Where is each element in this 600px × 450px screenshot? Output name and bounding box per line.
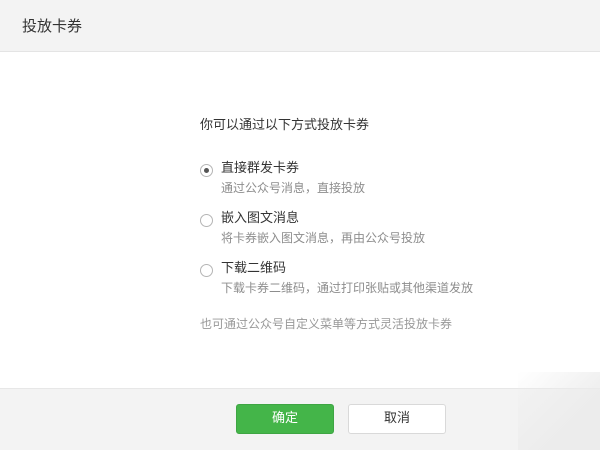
option-embed-article[interactable]: 嵌入图文消息 将卡券嵌入图文消息，再由公众号投放 [200, 205, 520, 245]
dispatch-card-dialog: 投放卡券 你可以通过以下方式投放卡券 直接群发卡券 通过公众号消息，直接投放 嵌… [0, 0, 600, 450]
option-label: 直接群发卡券 [221, 161, 300, 176]
dialog-footer: 确定 取消 [0, 388, 600, 450]
dialog-body: 你可以通过以下方式投放卡券 直接群发卡券 通过公众号消息，直接投放 嵌入图文消息… [0, 52, 600, 388]
corner-watermark-shade [518, 372, 600, 450]
radio-button[interactable] [200, 264, 213, 277]
option-description: 通过公众号消息，直接投放 [221, 181, 366, 195]
dialog-title: 投放卡券 [22, 17, 83, 35]
cancel-button[interactable]: 取消 [348, 404, 446, 434]
option-download-qrcode[interactable]: 下载二维码 下载卡券二维码，通过打印张贴或其他渠道发放 [200, 255, 520, 295]
option-label: 下载二维码 [221, 261, 287, 276]
radio-button-checked[interactable] [200, 164, 213, 177]
intro-text: 你可以通过以下方式投放卡券 [200, 118, 370, 133]
option-description: 将卡券嵌入图文消息，再由公众号投放 [221, 231, 426, 245]
option-label: 嵌入图文消息 [221, 211, 300, 226]
dialog-header: 投放卡券 [0, 0, 600, 52]
option-mass-send[interactable]: 直接群发卡券 通过公众号消息，直接投放 [200, 155, 520, 195]
footnote-text: 也可通过公众号自定义菜单等方式灵活投放卡券 [200, 317, 453, 331]
radio-button[interactable] [200, 214, 213, 227]
confirm-button[interactable]: 确定 [236, 404, 334, 434]
option-description: 下载卡券二维码，通过打印张贴或其他渠道发放 [221, 281, 474, 295]
